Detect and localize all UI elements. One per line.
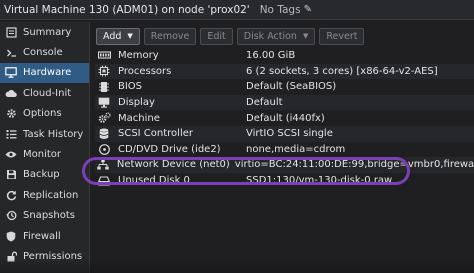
row-name: Processors <box>118 65 172 77</box>
row-name: Network Device (net0) <box>116 159 230 171</box>
revert-button[interactable]: Revert <box>319 27 365 45</box>
sidebar-item-hardware[interactable]: Hardware <box>0 62 89 84</box>
cpu-icon <box>97 65 111 77</box>
list-icon <box>4 128 18 140</box>
hardware-toolbar: Add ▼ Remove Edit Disk Action ▼ Revert <box>96 26 474 46</box>
row-name: Machine <box>118 112 160 124</box>
sidebar-item-label: Replication <box>23 189 79 201</box>
table-row-network-device[interactable]: Network Device (net0) virtio=BC:24:11:00… <box>95 157 474 173</box>
add-button-label: Add <box>103 30 122 42</box>
chevron-down-icon: ▼ <box>127 32 133 40</box>
table-row-processors[interactable]: Processors 6 (2 sockets, 3 cores) [x86-6… <box>95 63 474 80</box>
disk-action-button-label: Disk Action <box>243 30 297 42</box>
cogs-icon <box>97 112 111 124</box>
refresh-icon <box>4 189 18 201</box>
remove-button-label: Remove <box>150 30 190 42</box>
cdrom-icon <box>97 143 111 155</box>
bottom-fade <box>0 259 474 273</box>
table-row-bios[interactable]: BIOS Default (SeaBIOS) <box>95 79 474 95</box>
memory-icon <box>97 51 111 60</box>
cloud-icon <box>4 87 18 99</box>
chevron-down-icon: ▼ <box>302 32 309 40</box>
network-icon <box>97 159 110 170</box>
sidebar-item-cloud-init[interactable]: Cloud-Init <box>0 83 89 103</box>
disk-action-button[interactable]: Disk Action ▼ <box>236 27 316 45</box>
table-row-unused-disk-0[interactable]: Unused Disk 0 SSD1:130/vm-130-disk-0.raw <box>95 173 474 189</box>
sidebar-item-replication[interactable]: Replication <box>0 185 89 205</box>
console-icon <box>4 47 18 59</box>
hardware-table: Memory 16.00 GiB Processors 6 (2 sockets… <box>95 48 474 188</box>
page-title: Virtual Machine 130 (ADM01) on node 'pro… <box>4 3 250 16</box>
sidebar-item-label: Hardware <box>23 67 72 79</box>
sidebar-item-task-history[interactable]: Task History <box>0 124 89 144</box>
table-row-memory[interactable]: Memory 16.00 GiB <box>95 48 474 64</box>
history-icon <box>4 210 18 222</box>
row-name: Unused Disk 0 <box>118 175 190 187</box>
row-name: SCSI Controller <box>118 128 193 140</box>
sidebar-item-options[interactable]: Options <box>0 104 89 124</box>
sidebar-item-label: Options <box>23 108 62 120</box>
sidebar-item-label: Snapshots <box>23 210 75 222</box>
sidebar-item-firewall[interactable]: Firewall <box>0 226 89 246</box>
row-value: 16.00 GiB <box>246 50 296 62</box>
sidebar-item-label: Summary <box>23 26 72 38</box>
sidebar-item-label: Cloud-Init <box>23 87 72 99</box>
row-value: VirtIO SCSI single <box>246 128 333 140</box>
desktop-icon <box>97 97 111 108</box>
add-button[interactable]: Add ▼ <box>96 27 140 45</box>
remove-button[interactable]: Remove <box>143 27 197 45</box>
sidebar-item-backup[interactable]: Backup <box>0 165 89 185</box>
row-value: SSD1:130/vm-130-disk-0.raw <box>246 175 393 187</box>
sidebar-item-label: Monitor <box>23 149 62 161</box>
database-icon <box>97 128 111 140</box>
sidebar-item-console[interactable]: Console <box>0 42 89 62</box>
row-name: Memory <box>118 50 159 62</box>
row-value: Default <box>246 97 283 109</box>
shield-icon <box>4 230 18 242</box>
revert-button-label: Revert <box>326 30 358 42</box>
row-value: 6 (2 sockets, 3 cores) [x86-64-v2-AES] <box>246 65 438 77</box>
monitor-icon <box>4 67 18 79</box>
title-bar: Virtual Machine 130 (ADM01) on node 'pro… <box>0 0 474 20</box>
sidebar-item-label: Task History <box>23 128 84 140</box>
row-name: Display <box>118 97 155 109</box>
summary-icon <box>4 26 18 38</box>
sidebar-item-summary[interactable]: Summary <box>0 22 89 42</box>
row-value: none,media=cdrom <box>246 143 346 155</box>
row-name: CD/DVD Drive (ide2) <box>118 143 221 155</box>
sidebar-item-monitor[interactable]: Monitor <box>0 144 89 164</box>
microchip-icon <box>97 81 111 93</box>
row-value: Default (i440fx) <box>246 112 325 124</box>
sidebar-item-snapshots[interactable]: Snapshots <box>0 206 89 226</box>
table-row-display[interactable]: Display Default <box>95 94 474 111</box>
edit-button[interactable]: Edit <box>200 27 233 45</box>
row-value: Default (SeaBIOS) <box>246 81 337 93</box>
sidebar: Summary Console Hardware Cloud-Init Opti… <box>0 22 90 273</box>
row-name: BIOS <box>118 81 143 93</box>
pencil-icon[interactable]: ✎ <box>304 4 312 15</box>
row-value: virtio=BC:24:11:00:DE:99,bridge=vmbr0,fi… <box>234 159 474 171</box>
sidebar-item-label: Console <box>23 47 63 59</box>
sidebar-item-label: Backup <box>23 169 60 181</box>
edit-button-label: Edit <box>207 30 226 42</box>
table-row-scsi-controller[interactable]: SCSI Controller VirtIO SCSI single <box>95 125 474 142</box>
gear-icon <box>4 108 18 120</box>
sidebar-item-label: Firewall <box>23 230 61 242</box>
harddisk-icon <box>97 175 111 186</box>
tags-label: No Tags <box>259 3 301 16</box>
table-row-machine[interactable]: Machine Default (i440fx) <box>95 110 474 126</box>
floppy-icon <box>4 169 18 181</box>
table-row-cdrom[interactable]: CD/DVD Drive (ide2) none,media=cdrom <box>95 142 474 158</box>
eye-icon <box>4 149 18 161</box>
